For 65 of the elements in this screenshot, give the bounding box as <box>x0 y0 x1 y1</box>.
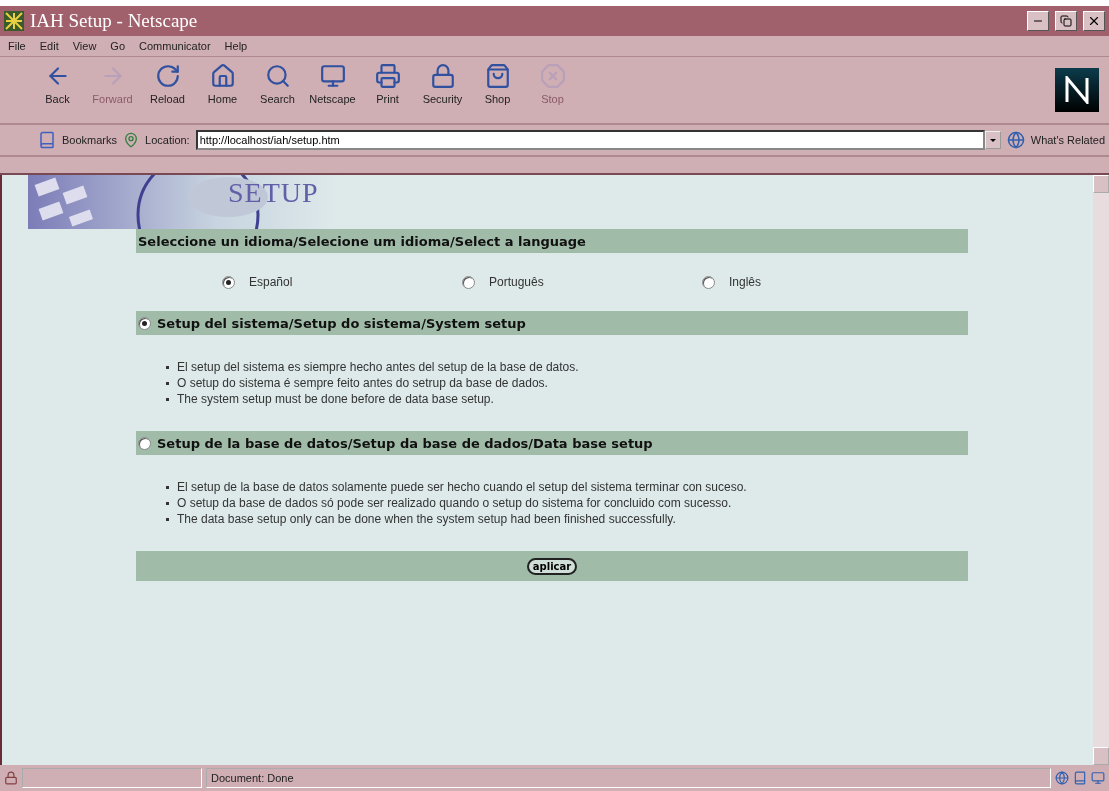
note-text: The data base setup only can be done when the system setup had been finished successfully. <box>177 511 676 527</box>
printer-icon <box>374 63 401 89</box>
note-text: The system setup must be done before de data base setup. <box>177 391 494 407</box>
radio-button[interactable] <box>222 275 235 289</box>
globe-icon <box>1055 771 1069 785</box>
bullet-icon <box>166 518 169 521</box>
bookmarks-button[interactable]: Bookmarks <box>62 134 118 146</box>
note-text: O setup do sistema é sempre feito antes do setrup da base de dados. <box>177 375 548 391</box>
lock-icon <box>4 771 18 785</box>
search-icon <box>264 63 291 89</box>
location-icon <box>123 132 140 148</box>
monitor-icon <box>319 63 346 89</box>
reload-icon <box>154 63 181 89</box>
menu-item[interactable]: File <box>8 40 26 52</box>
window-title: IAH Setup - Netscape <box>30 10 199 32</box>
bullet-icon <box>166 382 169 385</box>
close-button[interactable] <box>1083 11 1105 31</box>
radio-label: Português <box>489 275 544 289</box>
house-icon <box>209 63 236 89</box>
close-icon <box>1087 14 1101 28</box>
note-text: El setup del sistema es siempre hecho antes del setup de la base de datos. <box>177 359 579 375</box>
toolbar-button[interactable]: Print <box>360 63 415 117</box>
toolbar-button[interactable]: Back <box>30 63 85 117</box>
menu-item[interactable]: Communicator <box>139 40 211 52</box>
maximize-button[interactable] <box>1055 11 1077 31</box>
browser-logo <box>1055 68 1099 112</box>
menu-item[interactable]: Go <box>110 40 126 52</box>
banner-title: SETUP <box>228 177 319 209</box>
menu-item[interactable]: View <box>72 40 97 52</box>
section-title: Seleccione un idioma/Selecione um idioma/Select a language <box>138 233 586 249</box>
bullet-icon <box>166 502 169 505</box>
toolbar-button[interactable]: Security <box>415 63 470 117</box>
toolbar-button[interactable]: Home <box>195 63 250 117</box>
toolbar-button[interactable]: Search <box>250 63 305 117</box>
status-text: Document: Done <box>206 768 1051 788</box>
bullet-icon <box>166 366 169 369</box>
section-title: Setup del sistema/Setup do sistema/System setup <box>157 315 526 331</box>
bookmarks-icon <box>38 131 56 149</box>
minimize-button[interactable] <box>1027 11 1049 31</box>
menu-item[interactable]: Edit <box>39 40 59 52</box>
radio-button[interactable] <box>702 275 715 289</box>
section-title: Setup de la base de datos/Setup da base de dados/Data base setup <box>157 435 653 451</box>
note-text: O setup da base de dados só pode ser realizado quando o setup do sistema for concluido com sucesso. <box>177 495 732 511</box>
globe-icon <box>1006 131 1025 149</box>
bullet-icon <box>166 398 169 401</box>
bag-icon <box>484 63 511 89</box>
bullet-icon <box>166 486 169 489</box>
toolbar-button[interactable]: Shop <box>470 63 525 117</box>
toolbar-button[interactable]: Reload <box>140 63 195 117</box>
lock-icon <box>429 63 456 89</box>
radio-label: Inglês <box>729 275 762 289</box>
toolbar-button[interactable]: Netscape <box>305 63 360 117</box>
book-icon <box>1073 771 1087 785</box>
scrollbar[interactable] <box>1093 175 1109 765</box>
menu-item[interactable]: Help <box>224 40 248 52</box>
whats-related-button[interactable]: What's Related <box>1030 134 1105 146</box>
app-icon <box>4 11 24 31</box>
restore-icon <box>1060 15 1072 27</box>
radio-label: Español <box>249 275 293 289</box>
note-text: El setup de la base de datos solamente puede ser hecho cuando el setup del sistema terminar con suceso. <box>177 479 747 495</box>
apply-button[interactable]: aplicar <box>526 557 578 575</box>
location-label: Location: <box>145 134 190 146</box>
url-field[interactable]: http://localhost/iah/setup.htm <box>195 130 985 150</box>
caret-icon <box>988 136 997 144</box>
monitor-icon <box>1091 771 1105 785</box>
